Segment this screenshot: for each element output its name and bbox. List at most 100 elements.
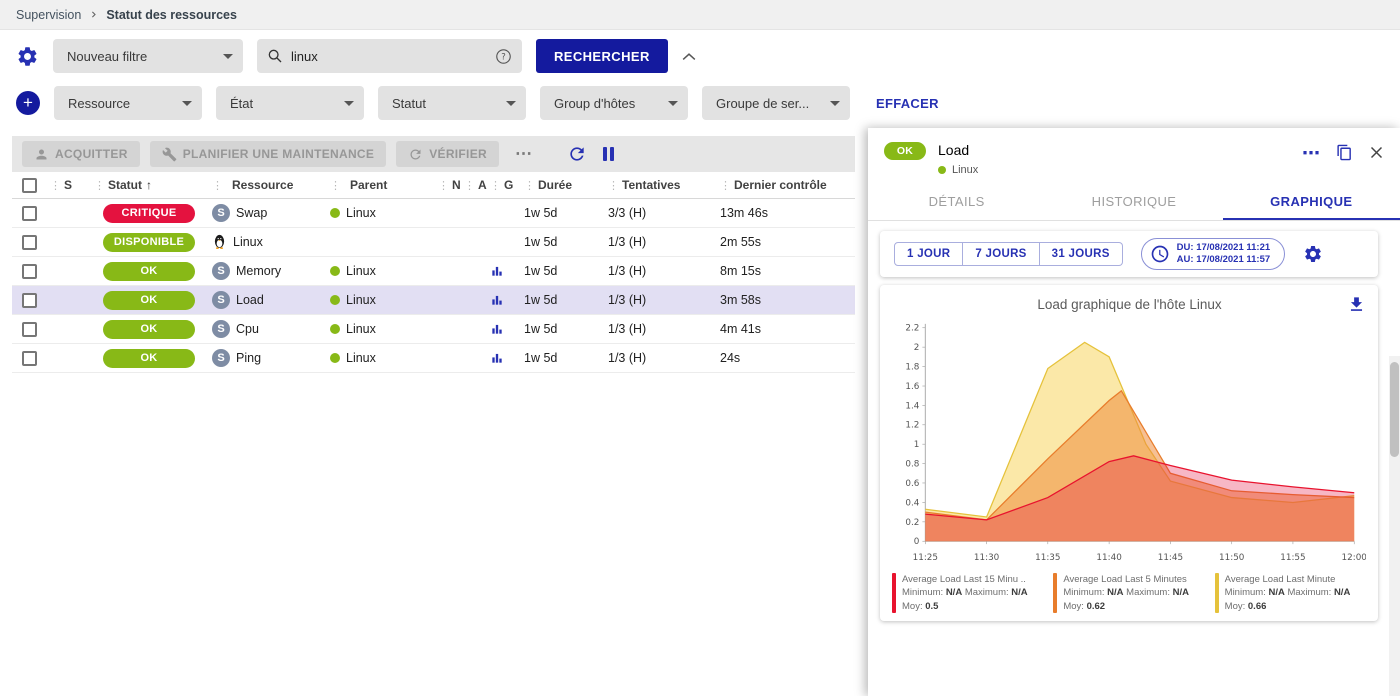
table-row-linux-host[interactable]: DISPONIBLE Linux 1w 5d 1/3 (H) 2m 55s — [12, 228, 855, 257]
header-resource[interactable]: ⋮Ressource — [208, 172, 326, 198]
period-to: AU: 17/08/2021 11:57 — [1177, 254, 1270, 266]
row-checkbox[interactable] — [22, 322, 37, 337]
svg-text:11:55: 11:55 — [1280, 553, 1305, 563]
close-icon[interactable] — [1369, 145, 1384, 160]
range-7days-button[interactable]: 7 JOURS — [963, 242, 1039, 266]
panel-host: Linux — [938, 164, 1290, 176]
maintenance-icon — [162, 147, 177, 162]
breadcrumb: Supervision Statut des ressources — [0, 0, 1400, 30]
select-all-checkbox[interactable] — [22, 178, 37, 193]
check-button[interactable]: VÉRIFIER — [396, 141, 499, 167]
header-severity[interactable]: ⋮S — [46, 172, 90, 198]
legend-item-load5[interactable]: Average Load Last 5 Minutes Minimum: N/A… — [1053, 573, 1204, 614]
criteria-resource[interactable]: Ressource — [54, 86, 202, 120]
resources-table: ⋮S ⋮Statut↑ ⋮Ressource ⋮Parent ⋮N ⋮A ⋮G … — [12, 172, 855, 373]
host-status-dot — [330, 266, 340, 276]
header-g[interactable]: ⋮G — [486, 172, 520, 198]
column-drag-icon: ⋮ — [50, 179, 61, 192]
header-last-check[interactable]: ⋮Dernier contrôle — [716, 172, 855, 198]
header-parent[interactable]: ⋮Parent — [326, 172, 434, 198]
collapse-chevron-icon[interactable] — [682, 52, 696, 61]
details-panel: OK Load Linux ⋯ DÉTAILS HISTORIQUE GRAPH… — [868, 128, 1400, 696]
panel-host-name: Linux — [952, 164, 978, 176]
help-icon[interactable]: ? — [495, 48, 512, 65]
table-row-swap[interactable]: CRITIQUE SSwap Linux 1w 5d 3/3 (H) 13m 4… — [12, 199, 855, 228]
legend-item-load1[interactable]: Average Load Last Minute Minimum: N/A Ma… — [1215, 573, 1366, 614]
column-drag-icon: ⋮ — [464, 179, 475, 192]
pause-autorefresh-button[interactable] — [603, 147, 614, 161]
chevron-down-icon — [830, 101, 840, 106]
service-icon: S — [212, 262, 230, 280]
range-31days-button[interactable]: 31 JOURS — [1040, 242, 1123, 266]
row-checkbox[interactable] — [22, 264, 37, 279]
table-header-row: ⋮S ⋮Statut↑ ⋮Ressource ⋮Parent ⋮N ⋮A ⋮G … — [12, 172, 855, 199]
filters-gear-button[interactable] — [16, 45, 39, 68]
chevron-down-icon — [223, 54, 233, 59]
row-checkbox[interactable] — [22, 351, 37, 366]
graph-icon[interactable] — [490, 264, 504, 278]
add-criteria-button[interactable]: + — [16, 91, 40, 115]
criteria-servicegroup[interactable]: Groupe de ser... — [702, 86, 850, 120]
row-checkbox[interactable] — [22, 293, 37, 308]
svg-text:1.8: 1.8 — [905, 362, 919, 372]
row-checkbox[interactable] — [22, 235, 37, 250]
acknowledge-button[interactable]: ACQUITTER — [22, 141, 140, 167]
service-icon: S — [212, 291, 230, 309]
clear-filters-button[interactable]: EFFACER — [876, 96, 939, 111]
header-a[interactable]: ⋮A — [460, 172, 486, 198]
refresh-button[interactable] — [567, 144, 587, 164]
table-row-cpu[interactable]: OK SCpu Linux 1w 5d 1/3 (H) 4m 41s — [12, 315, 855, 344]
tab-history[interactable]: HISTORIQUE — [1045, 184, 1222, 220]
gear-icon — [16, 45, 39, 68]
service-icon: S — [212, 320, 230, 338]
svg-text:11:45: 11:45 — [1158, 553, 1183, 563]
header-tries[interactable]: ⋮Tentatives — [604, 172, 716, 198]
search-icon — [267, 48, 283, 64]
saved-filter-select[interactable]: Nouveau filtre — [53, 39, 243, 73]
status-badge: OK — [103, 291, 195, 310]
criteria-state[interactable]: État — [216, 86, 364, 120]
header-duration[interactable]: ⋮Durée — [520, 172, 604, 198]
range-1day-button[interactable]: 1 JOUR — [894, 242, 963, 266]
legend-item-load15[interactable]: Average Load Last 15 Minu .. Minimum: N/… — [892, 573, 1043, 614]
legend-color-bar — [1215, 573, 1219, 614]
tab-graph[interactable]: GRAPHIQUE — [1223, 184, 1400, 220]
criteria-hostgroup[interactable]: Group d'hôtes — [540, 86, 688, 120]
svg-text:11:30: 11:30 — [974, 553, 1000, 563]
header-n[interactable]: ⋮N — [434, 172, 460, 198]
row-checkbox[interactable] — [22, 206, 37, 221]
download-icon[interactable] — [1347, 295, 1366, 314]
status-badge: CRITIQUE — [103, 204, 195, 223]
breadcrumb-supervision[interactable]: Supervision — [16, 8, 81, 22]
maintenance-button[interactable]: PLANIFIER UNE MAINTENANCE — [150, 141, 387, 167]
header-status[interactable]: ⋮Statut↑ — [90, 172, 208, 198]
copy-icon[interactable] — [1336, 144, 1353, 161]
host-status-dot — [938, 166, 946, 174]
table-row-load[interactable]: OK SLoad Linux 1w 5d 1/3 (H) 3m 58s — [12, 286, 855, 315]
search-input[interactable] — [291, 49, 487, 64]
content: ACQUITTER PLANIFIER UNE MAINTENANCE VÉRI… — [0, 128, 1400, 696]
criteria-status[interactable]: Statut — [378, 86, 526, 120]
svg-text:11:25: 11:25 — [913, 553, 938, 563]
pause-icon — [603, 147, 607, 161]
more-actions-button[interactable]: ⋯ — [509, 144, 539, 164]
graph-icon[interactable] — [490, 293, 504, 307]
column-drag-icon: ⋮ — [490, 179, 501, 192]
service-icon: S — [212, 204, 230, 222]
tab-details[interactable]: DÉTAILS — [868, 184, 1045, 220]
search-button[interactable]: RECHERCHER — [536, 39, 668, 73]
panel-scrollbar[interactable] — [1389, 356, 1400, 696]
graph-icon[interactable] — [490, 351, 504, 365]
check-refresh-icon — [408, 147, 423, 162]
svg-text:1.4: 1.4 — [905, 401, 919, 411]
table-row-ping[interactable]: OK SPing Linux 1w 5d 1/3 (H) 24s — [12, 344, 855, 373]
table-row-memory[interactable]: OK SMemory Linux 1w 5d 1/3 (H) 8m 15s — [12, 257, 855, 286]
period-selector[interactable]: DU: 17/08/2021 11:21 AU: 17/08/2021 11:5… — [1141, 238, 1285, 270]
scrollbar-thumb[interactable] — [1390, 362, 1399, 457]
svg-text:0.6: 0.6 — [905, 479, 919, 489]
panel-more-icon[interactable]: ⋯ — [1302, 146, 1320, 160]
graph-icon[interactable] — [490, 322, 504, 336]
svg-text:1.6: 1.6 — [905, 382, 919, 392]
svg-text:12:00: 12:00 — [1342, 553, 1366, 563]
graph-settings-gear-icon[interactable] — [1303, 244, 1323, 264]
